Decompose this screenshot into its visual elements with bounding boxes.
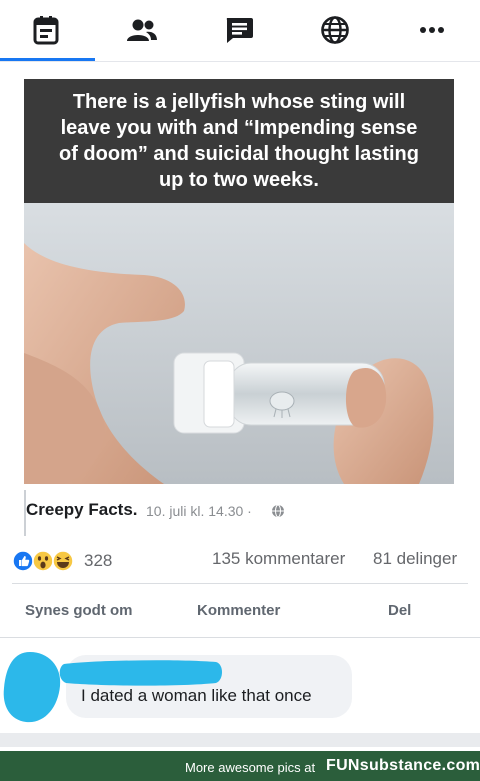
people-icon [127, 19, 157, 41]
tab-messages[interactable] [221, 12, 257, 48]
reaction-count[interactable]: 328 [84, 551, 112, 571]
comment-button[interactable]: Kommenter [197, 602, 280, 619]
jellyfish-vial-photo [24, 203, 454, 484]
haha-reaction-icon [52, 550, 74, 572]
nav-divider [0, 61, 480, 62]
post-timestamp[interactable]: 10. juli kl. 14.30 · [146, 503, 252, 519]
avatar[interactable] [0, 650, 64, 726]
divider [12, 583, 468, 584]
chat-icon [226, 18, 253, 43]
watermark-text: More awesome pics at [185, 760, 316, 775]
commenter-name[interactable] [58, 658, 224, 688]
tab-feed[interactable] [28, 12, 64, 48]
globe-icon [321, 16, 349, 44]
feed-separator [0, 733, 480, 747]
image-caption-bar: There is a jellyfish whose sting will le… [24, 79, 454, 203]
reaction-icons[interactable] [12, 550, 76, 572]
more-icon [420, 27, 444, 33]
tab-more[interactable] [414, 12, 450, 48]
like-button[interactable]: Synes godt om [25, 602, 133, 619]
tab-explore[interactable] [317, 12, 353, 48]
comment-text: I dated a woman like that once [81, 686, 312, 705]
post-image[interactable]: There is a jellyfish whose sting will le… [24, 79, 454, 484]
top-navigation-bar [0, 0, 480, 58]
wow-reaction-icon [32, 550, 54, 572]
newspaper-icon [33, 16, 59, 45]
comments-count-link[interactable]: 135 kommentarer [212, 549, 345, 569]
watermark-banner: More awesome pics at FUNsubstance.com [0, 751, 480, 781]
like-reaction-icon [12, 550, 34, 572]
public-globe-icon [272, 504, 284, 518]
divider [0, 637, 480, 638]
share-button[interactable]: Del [388, 602, 411, 619]
tab-friends[interactable] [124, 12, 160, 48]
shares-count-link[interactable]: 81 delinger [373, 549, 457, 569]
watermark-logo: FUNsubstance.com [326, 757, 480, 774]
page-name-link[interactable]: Creepy Facts. [26, 500, 138, 520]
image-caption: There is a jellyfish whose sting will le… [59, 91, 419, 191]
